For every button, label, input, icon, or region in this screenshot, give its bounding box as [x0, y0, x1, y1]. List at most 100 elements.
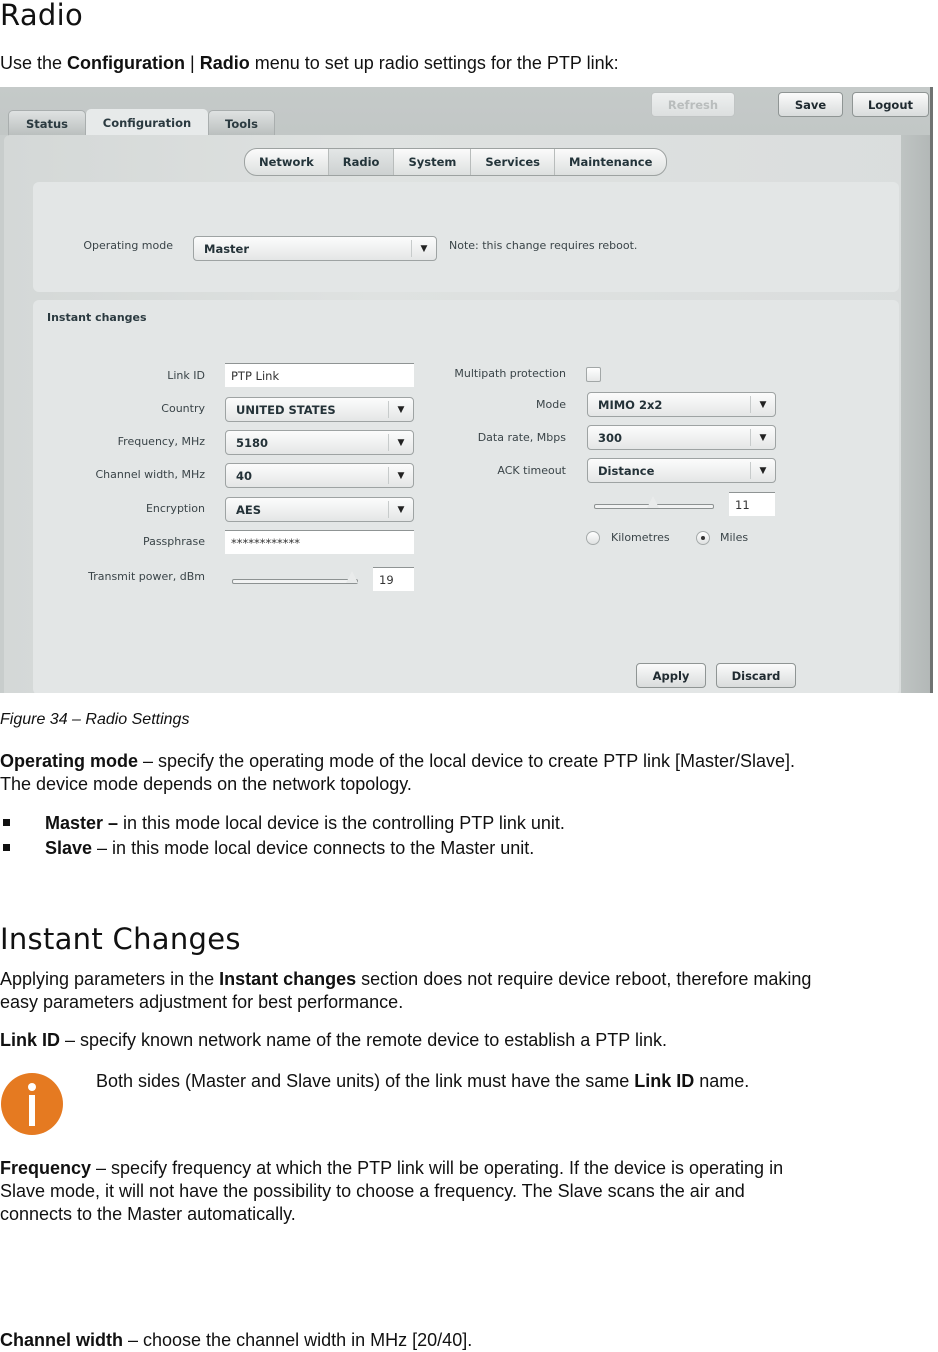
tab-tools[interactable]: Tools: [208, 110, 275, 136]
bullet-text: – in this mode local device connects to …: [92, 838, 535, 858]
tab-configuration[interactable]: Configuration: [86, 109, 208, 136]
intro-bold-radio: Radio: [199, 53, 250, 73]
chevron-down-icon: ▼: [411, 240, 436, 257]
note-post: name.: [694, 1071, 750, 1091]
link-id-input[interactable]: PTP Link: [225, 363, 414, 387]
apply-button[interactable]: Apply: [636, 663, 706, 688]
data-rate-label: Data rate, Mbps: [477, 431, 566, 444]
radio-selected-dot: [701, 536, 705, 540]
channel-width-value: 40: [236, 468, 253, 483]
encryption-value: AES: [236, 502, 262, 517]
transmit-power-slider-handle[interactable]: [346, 571, 359, 583]
para-text: section does not require device reboot, …: [356, 969, 812, 989]
note-text: Both sides (Master and Slave units) of t…: [96, 1070, 749, 1093]
kilometres-label: Kilometres: [611, 531, 670, 544]
link-id-desc: – specify known network name of the remo…: [60, 1030, 667, 1050]
bullet-term: Slave: [45, 838, 93, 858]
chevron-down-icon: ▼: [388, 401, 413, 418]
subtab-maintenance[interactable]: Maintenance: [555, 149, 666, 175]
operating-mode-label: Operating mode: [83, 239, 173, 252]
frequency-desc: – specify frequency at which the PTP lin…: [91, 1158, 784, 1178]
passphrase-input[interactable]: ************: [225, 530, 414, 554]
operating-mode-paragraph: Operating mode – specify the operating m…: [0, 750, 938, 796]
frequency-desc-3: connects to the Master automatically.: [0, 1204, 296, 1224]
operating-mode-section: [33, 182, 899, 292]
channel-width-select[interactable]: 40 ▼: [225, 463, 414, 488]
note-pre: Both sides (Master and Slave units) of t…: [96, 1071, 635, 1091]
miles-label: Miles: [720, 531, 749, 544]
data-rate-select[interactable]: 300 ▼: [587, 425, 776, 450]
chevron-down-icon: ▼: [388, 434, 413, 451]
kilometres-radio[interactable]: [586, 531, 600, 545]
mode-select[interactable]: MIMO 2x2 ▼: [587, 392, 776, 417]
chevron-down-icon: ▼: [750, 462, 775, 479]
transmit-power-label: Transmit power, dBm: [88, 570, 205, 583]
link-id-paragraph: Link ID – specify known network name of …: [0, 1029, 667, 1052]
miles-radio[interactable]: [696, 531, 710, 545]
figure-caption: Figure 34 – Radio Settings: [0, 711, 190, 728]
frequency-value: 5180: [236, 435, 269, 450]
intro-paragraph: Use the Configuration | Radio menu to se…: [0, 52, 619, 75]
distance-input[interactable]: 11: [729, 492, 775, 516]
chevron-down-icon: ▼: [750, 429, 775, 446]
para-bold: Instant changes: [219, 969, 357, 989]
para-text: Applying parameters in the: [0, 969, 220, 989]
reboot-note: Note: this change requires reboot.: [449, 239, 638, 252]
operating-mode-desc: – specify the operating mode of the loca…: [138, 751, 796, 771]
save-button[interactable]: Save: [778, 92, 843, 117]
discard-button[interactable]: Discard: [716, 663, 796, 688]
tab-status[interactable]: Status: [8, 110, 86, 136]
frequency-select[interactable]: 5180 ▼: [225, 430, 414, 455]
operating-mode-select[interactable]: Master ▼: [193, 236, 437, 261]
encryption-select[interactable]: AES ▼: [225, 497, 414, 522]
instant-changes-title: Instant changes: [47, 311, 147, 324]
operating-mode-term: Operating mode: [0, 751, 139, 771]
data-rate-value: 300: [598, 430, 623, 445]
channel-width-term: Channel width: [0, 1330, 123, 1350]
distance-slider-handle[interactable]: [647, 496, 659, 508]
frequency-label: Frequency, MHz: [117, 435, 205, 448]
bullet-icon: [3, 844, 10, 851]
instant-changes-paragraph: Applying parameters in the Instant chang…: [0, 968, 938, 1014]
country-select[interactable]: UNITED STATES ▼: [225, 397, 414, 422]
bullet-slave: Slave – in this mode local device connec…: [45, 837, 534, 860]
bullet-master: Master – in this mode local device is th…: [45, 812, 565, 835]
subtab-radio[interactable]: Radio: [328, 149, 395, 175]
subtab-services[interactable]: Services: [471, 149, 556, 175]
para-text: easy parameters adjustment for best perf…: [0, 992, 404, 1012]
frequency-desc-2: Slave mode, it will not have the possibi…: [0, 1181, 745, 1201]
logout-button[interactable]: Logout: [852, 92, 929, 117]
page-heading: Radio: [0, 0, 83, 32]
section-heading: Instant Changes: [0, 922, 241, 956]
ack-timeout-label: ACK timeout: [497, 464, 566, 477]
info-icon: [1, 1073, 63, 1135]
chevron-down-icon: ▼: [388, 501, 413, 518]
channel-width-label: Channel width, MHz: [95, 468, 205, 481]
bullet-icon: [3, 819, 10, 826]
passphrase-label: Passphrase: [142, 535, 205, 548]
transmit-power-slider[interactable]: [232, 579, 358, 584]
channel-width-desc: – choose the channel width in MHz [20/40…: [123, 1330, 473, 1350]
multipath-protection-checkbox[interactable]: [586, 367, 601, 382]
intro-separator: |: [185, 53, 200, 73]
radio-settings-screenshot: Status Configuration Tools Refresh Save …: [0, 87, 933, 693]
link-id-label: Link ID: [167, 369, 205, 382]
frequency-term: Frequency: [0, 1158, 92, 1178]
subtab-network[interactable]: Network: [245, 149, 329, 175]
operating-mode-desc-2: The device mode depends on the network t…: [0, 774, 412, 794]
channel-width-paragraph: Channel width – choose the channel width…: [0, 1329, 472, 1352]
encryption-label: Encryption: [145, 502, 205, 515]
transmit-power-input[interactable]: 19: [373, 567, 414, 591]
frequency-paragraph: Frequency – specify frequency at which t…: [0, 1157, 938, 1226]
chevron-down-icon: ▼: [750, 396, 775, 413]
bullet-text: in this mode local device is the control…: [118, 813, 565, 833]
subtab-system[interactable]: System: [394, 149, 472, 175]
ack-timeout-value: Distance: [598, 463, 655, 478]
refresh-button[interactable]: Refresh: [651, 92, 735, 117]
note-bold: Link ID: [634, 1071, 695, 1091]
ack-timeout-select[interactable]: Distance ▼: [587, 458, 776, 483]
sub-tab-bar: Network Radio System Services Maintenanc…: [244, 148, 668, 176]
scrollbar-area: [901, 135, 930, 693]
bullet-term: Master –: [45, 813, 119, 833]
country-label: Country: [161, 402, 205, 415]
